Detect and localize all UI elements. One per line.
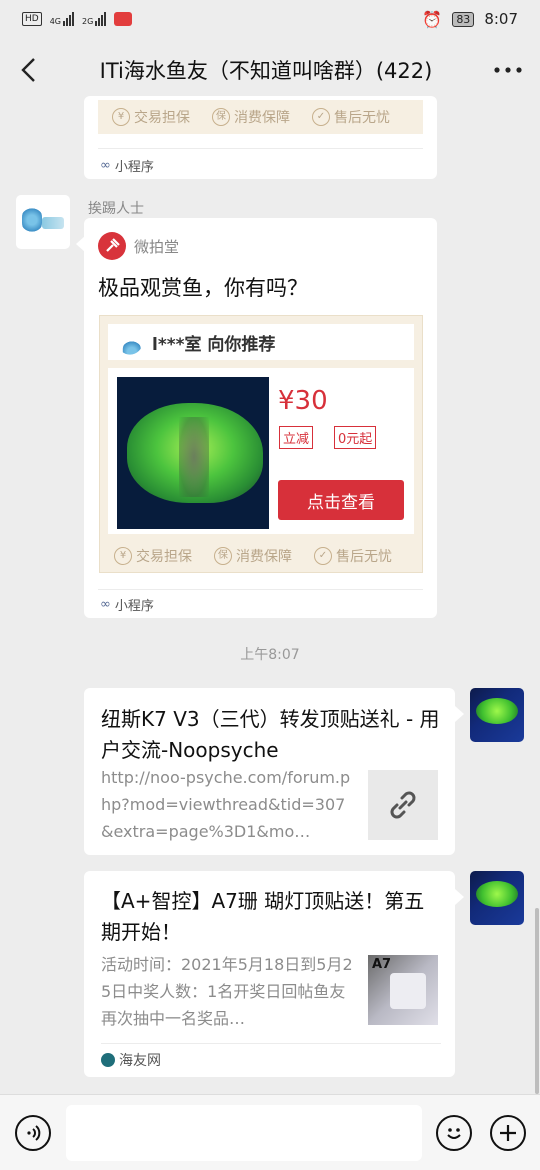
thumb-label: A7	[372, 957, 392, 972]
link-icon	[390, 791, 416, 819]
tag-discount: 立减	[279, 426, 314, 449]
protect-icon: 保	[212, 108, 230, 126]
shop-avatar	[117, 329, 143, 355]
link-card[interactable]: 纽斯K7 V3（三代）转发顶贴送礼 - 用户交流-Noopsyche http:…	[84, 688, 455, 855]
more-dots-icon[interactable]	[476, 38, 540, 102]
mini-program-card[interactable]: 微拍堂 极品观赏鱼，你有吗？ l***室 向你推荐 ¥30 立减 0元起 点击查…	[84, 218, 437, 618]
status-bar: HD 4G 2G ⏰ 83 8:07	[0, 0, 540, 38]
plus-icon[interactable]	[490, 1115, 526, 1151]
alarm-icon: ⏰	[422, 9, 443, 29]
shield-icon: ¥	[114, 547, 132, 565]
input-bar	[0, 1094, 540, 1170]
guarantee-bar: ¥ 交易担保 保消费保障 ✓ 售后无忧	[108, 539, 414, 573]
shop-row: l***室 向你推荐	[108, 324, 414, 360]
link-description: http://noo-psyche.com/forum.php?mod=view…	[101, 768, 351, 841]
link-thumbnail: A7	[368, 955, 438, 1025]
signal-4g-icon: 4G	[50, 12, 74, 26]
status-time: 8:07	[484, 10, 518, 28]
guarantee-item: 保消费保障	[212, 107, 290, 127]
link-description: 活动时间：2021年5月18日到5月25日中奖人数：1名开奖日回帖鱼友再次抽中一…	[101, 955, 353, 1028]
coral-image	[117, 377, 269, 529]
guarantee-item: ¥ 交易担保	[114, 546, 192, 566]
shop-line: l***室 向你推荐	[152, 334, 276, 355]
avatar[interactable]	[470, 871, 524, 925]
hd-badge: HD	[22, 12, 42, 26]
message-input[interactable]	[66, 1105, 422, 1161]
guarantee-item: 保消费保障	[214, 546, 292, 566]
thumb-icon: ✓	[312, 108, 330, 126]
card-headline: 极品观赏鱼，你有吗？	[98, 276, 308, 300]
mini-program-card-partial[interactable]: ¥ 交易担保 保消费保障 ✓ 售后无忧 ∞ 小程序	[84, 96, 437, 179]
link-card[interactable]: 【A+智控】A7珊 瑚灯顶贴送！第五期开始！ 活动时间：2021年5月18日到5…	[84, 871, 455, 1077]
guarantee-item: ¥ 交易担保	[112, 107, 190, 127]
mini-program-label: ∞ 小程序	[100, 158, 154, 175]
app-notification-icon	[114, 12, 133, 26]
bubble-tail	[455, 706, 464, 722]
status-right: ⏰ 83 8:07	[422, 10, 518, 29]
link-title: 纽斯K7 V3（三代）转发顶贴送礼 - 用户交流-Noopsyche	[101, 707, 440, 762]
app-name: 微拍堂	[134, 237, 180, 256]
mini-program-label: ∞ 小程序	[100, 597, 154, 614]
product-preview: l***室 向你推荐 ¥30 立减 0元起 点击查看 ¥ 交易担保 保消费保障 ✓…	[99, 315, 423, 573]
link-thumbnail	[368, 770, 438, 840]
bubble-tail	[455, 889, 464, 905]
avatar[interactable]	[470, 688, 524, 742]
voice-icon[interactable]	[15, 1115, 51, 1151]
avatar[interactable]	[16, 195, 70, 249]
shield-icon: ¥	[112, 108, 130, 126]
battery-icon: 83	[452, 11, 475, 27]
chat-title: ITi海水鱼友（不知道叫啥群）(422)	[99, 59, 433, 83]
signal-2g-icon: 2G	[82, 12, 107, 26]
source-logo-icon	[101, 1053, 115, 1067]
protect-icon: 保	[214, 547, 232, 565]
link-title: 【A+智控】A7珊 瑚灯顶贴送！第五期开始！	[101, 889, 425, 944]
mini-program-icon: ∞	[100, 158, 111, 173]
status-left: HD 4G 2G	[22, 12, 133, 26]
chat-header: ITi海水鱼友（不知道叫啥群）(422)	[0, 38, 540, 102]
timestamp: 上午8:07	[240, 647, 300, 663]
guarantee-bar: ¥ 交易担保 保消费保障 ✓ 售后无忧	[98, 100, 423, 134]
thumb-icon: ✓	[314, 547, 332, 565]
scrollbar[interactable]	[535, 908, 539, 1094]
source-label: 海友网	[101, 1050, 161, 1070]
app-source: 微拍堂	[98, 232, 179, 260]
emoji-icon[interactable]	[436, 1115, 472, 1151]
guarantee-item: ✓ 售后无忧	[314, 546, 392, 566]
chevron-left-icon[interactable]	[0, 38, 56, 102]
price: ¥30	[278, 386, 328, 416]
tag-zero-start: 0元起	[334, 426, 377, 449]
mini-program-icon: ∞	[100, 597, 111, 612]
view-button[interactable]: 点击查看	[278, 480, 404, 520]
guarantee-item: ✓ 售后无忧	[312, 107, 390, 127]
product-box: ¥30 立减 0元起 点击查看	[108, 368, 414, 534]
weipaitang-logo-icon	[98, 232, 126, 260]
sender-name: 挨踢人士	[88, 201, 144, 217]
